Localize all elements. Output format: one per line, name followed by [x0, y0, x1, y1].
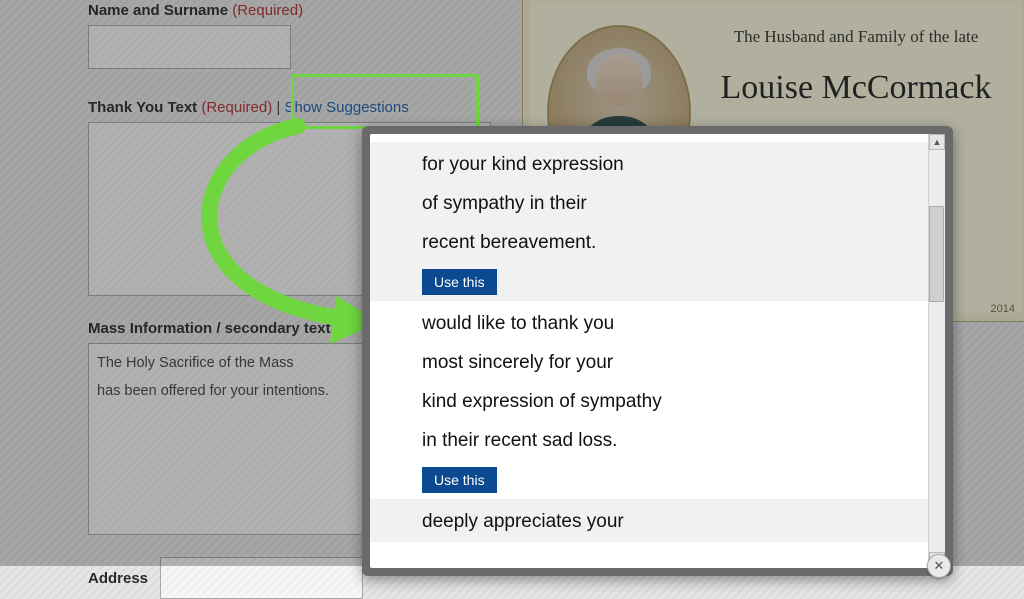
suggestion-item: for your kind expression of sympathy in … — [370, 142, 929, 301]
scroll-up-arrow-icon[interactable]: ▲ — [929, 134, 945, 150]
suggestions-modal: for your kind expression of sympathy in … — [362, 126, 953, 576]
suggestion-line: kind expression of sympathy — [422, 383, 905, 422]
suggestions-list: for your kind expression of sympathy in … — [370, 134, 929, 568]
suggestion-item: would like to thank you most sincerely f… — [370, 301, 929, 499]
scroll-thumb[interactable] — [929, 206, 944, 302]
suggestion-line: deeply appreciates your — [422, 503, 905, 542]
suggestion-line: for your kind expression — [422, 146, 905, 185]
suggestion-line: of sympathy in their — [422, 185, 905, 224]
suggestion-item: deeply appreciates your — [370, 499, 929, 542]
close-icon: ✕ — [934, 558, 945, 574]
suggestion-line: would like to thank you — [422, 305, 905, 344]
scrollbar[interactable]: ▲ ▼ — [928, 134, 945, 568]
suggestion-line: recent bereavement. — [422, 224, 905, 263]
use-this-button[interactable]: Use this — [422, 467, 497, 493]
suggestion-line: most sincerely for your — [422, 344, 905, 383]
address-label: Address — [88, 570, 148, 587]
suggestions-modal-inner: for your kind expression of sympathy in … — [370, 134, 945, 568]
suggestion-line: in their recent sad loss. — [422, 422, 905, 461]
use-this-button[interactable]: Use this — [422, 269, 497, 295]
modal-close-button[interactable]: ✕ — [927, 554, 951, 578]
